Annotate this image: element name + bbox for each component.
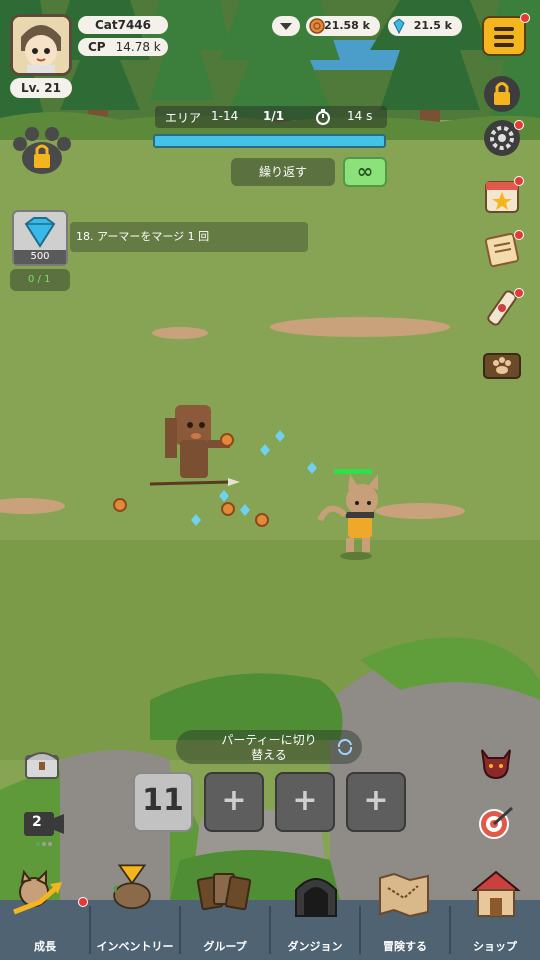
party-slot-1[interactable]: 11	[133, 772, 193, 832]
stage-timer: 14 s	[347, 109, 373, 123]
paw-box-icon	[483, 353, 521, 379]
boss-button[interactable]	[476, 742, 516, 782]
party-slot-3[interactable]: +	[275, 772, 335, 832]
shop-icon	[471, 870, 521, 917]
wave-counter: 1/1	[263, 109, 285, 123]
group-cards-icon	[196, 873, 252, 911]
paw-lock-icon	[13, 127, 71, 174]
stage-progress-bar	[153, 134, 386, 148]
nav-tab-label: グループ	[203, 940, 247, 953]
coin-value: 21.58 k	[324, 19, 370, 32]
party-slot-4[interactable]: +	[346, 772, 406, 832]
avatar-portrait-icon	[13, 17, 69, 73]
gem-icon	[393, 18, 405, 34]
player-level: Lv. 21	[10, 78, 72, 98]
quest-scroll-button[interactable]	[482, 230, 524, 270]
cp-label: CP	[88, 40, 106, 54]
player-avatar[interactable]	[10, 14, 72, 76]
infinite-repeat-toggle[interactable]: ∞	[343, 157, 387, 187]
pet-button[interactable]	[482, 346, 522, 386]
main-menu-button[interactable]	[482, 13, 530, 56]
party-switch-label-line2: 替える	[251, 748, 287, 762]
target-button[interactable]	[476, 802, 516, 842]
cat-growth-icon	[13, 869, 62, 915]
diamond-icon	[24, 217, 56, 248]
area-label: エリア	[165, 111, 202, 125]
nav-tab-label: インベントリー	[96, 940, 174, 953]
notification-dot	[514, 288, 524, 298]
combat-power: CP 14.78 k	[78, 38, 168, 56]
nav-tab-label: ショップ	[473, 940, 517, 953]
settings-button[interactable]	[482, 118, 524, 158]
camera-icon	[24, 812, 64, 846]
nav-tab-label: 冒険する	[383, 940, 427, 953]
repeat-button[interactable]: 繰り返す	[231, 158, 335, 186]
target-icon	[479, 806, 513, 839]
nav-tab-label: ダンジョン	[287, 940, 343, 953]
paw-lock-button[interactable]	[10, 126, 74, 178]
stage-info-bar: エリア 1-14 1/1 14 s	[155, 106, 387, 128]
treasure-chest-button[interactable]	[22, 744, 62, 784]
party-slot-2[interactable]: +	[204, 772, 264, 832]
lock-button[interactable]	[482, 74, 522, 114]
quest-description[interactable]: 18. アーマーをマージ 1 回	[70, 222, 308, 252]
demon-head-icon	[481, 749, 511, 780]
nav-tab-label: 成長	[34, 940, 56, 953]
inventory-bag-icon	[113, 864, 151, 910]
notification-dot	[514, 176, 524, 186]
coin-icon	[309, 18, 325, 34]
notification-dot	[78, 897, 88, 907]
notification-dot	[520, 13, 530, 23]
notification-dot	[514, 230, 524, 240]
coin-counter[interactable]: 21.58 k	[306, 16, 380, 36]
gem-counter[interactable]: 21.5 k	[388, 16, 462, 36]
replay-count: 2	[32, 814, 42, 830]
chest-icon	[25, 752, 59, 779]
replay-camera-button[interactable]: 2	[22, 804, 66, 848]
player-name: Cat7446	[78, 16, 168, 34]
dungeon-door-icon	[295, 878, 337, 917]
cp-value: 14.78 k	[115, 40, 161, 54]
party-switch-button[interactable]: パーティーに切り 替える	[176, 730, 362, 764]
quest-reward-icon[interactable]: 500	[12, 210, 68, 266]
adventure-map-icon	[379, 872, 429, 918]
party-switch-label-line1: パーティーに切り	[221, 733, 317, 747]
calendar-button[interactable]	[482, 176, 524, 216]
stopwatch-icon	[316, 109, 330, 125]
dropdown-toggle[interactable]	[272, 16, 300, 36]
refresh-icon	[337, 738, 353, 756]
quest-reward-count: 500	[14, 250, 66, 264]
gem-value: 21.5 k	[413, 19, 452, 32]
lock-icon	[484, 76, 520, 112]
mail-scroll-button[interactable]	[482, 288, 524, 328]
notification-dot	[514, 120, 524, 130]
chevron-down-icon	[280, 23, 292, 30]
area-value: 1-14	[211, 109, 239, 123]
quest-progress: 0 / 1	[10, 269, 70, 291]
